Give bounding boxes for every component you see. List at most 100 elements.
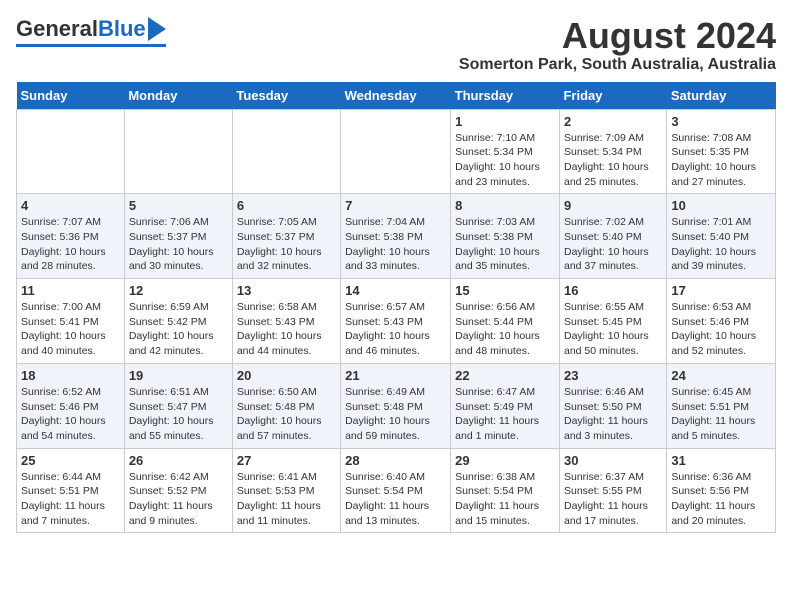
- day-info: Sunrise: 6:38 AM Sunset: 5:54 PM Dayligh…: [455, 470, 555, 529]
- day-number: 12: [129, 283, 228, 298]
- day-number: 19: [129, 368, 228, 383]
- calendar-cell: [232, 109, 340, 194]
- day-info: Sunrise: 7:05 AM Sunset: 5:37 PM Dayligh…: [237, 215, 336, 274]
- calendar-cell: 25 Sunrise: 6:44 AM Sunset: 5:51 PM Dayli…: [17, 448, 125, 533]
- calendar-cell: 2 Sunrise: 7:09 AM Sunset: 5:34 PM Daylig…: [559, 109, 666, 194]
- day-number: 10: [671, 198, 771, 213]
- day-info: Sunrise: 6:37 AM Sunset: 5:55 PM Dayligh…: [564, 470, 662, 529]
- day-number: 21: [345, 368, 446, 383]
- day-number: 17: [671, 283, 771, 298]
- week-row-2: 4 Sunrise: 7:07 AM Sunset: 5:36 PM Daylig…: [17, 194, 776, 279]
- calendar-cell: 21Sunrise: 6:49 AM Sunset: 5:48 PM Dayli…: [341, 363, 451, 448]
- day-info: Sunrise: 6:52 AM Sunset: 5:46 PM Dayligh…: [21, 385, 120, 444]
- day-info: Sunrise: 6:53 AM Sunset: 5:46 PM Dayligh…: [671, 300, 771, 359]
- day-number: 6: [237, 198, 336, 213]
- logo-arrow-icon: [148, 17, 166, 41]
- calendar-cell: 24 Sunrise: 6:45 AM Sunset: 5:51 PM Dayli…: [667, 363, 776, 448]
- calendar-cell: 10 Sunrise: 7:01 AM Sunset: 5:40 PM Dayli…: [667, 194, 776, 279]
- day-number: 28: [345, 453, 446, 468]
- calendar-cell: 5Sunrise: 7:06 AM Sunset: 5:37 PM Daylig…: [124, 194, 232, 279]
- day-info: Sunrise: 6:55 AM Sunset: 5:45 PM Dayligh…: [564, 300, 662, 359]
- calendar-cell: 11Sunrise: 7:00 AM Sunset: 5:41 PM Dayli…: [17, 279, 125, 364]
- day-info: Sunrise: 7:08 AM Sunset: 5:35 PM Dayligh…: [671, 131, 771, 190]
- calendar-cell: 27Sunrise: 6:41 AM Sunset: 5:53 PM Dayli…: [232, 448, 340, 533]
- calendar-cell: 31 Sunrise: 6:36 AM Sunset: 5:56 PM Dayli…: [667, 448, 776, 533]
- day-number: 18: [21, 368, 120, 383]
- day-number: 13: [237, 283, 336, 298]
- header-row: SundayMondayTuesdayWednesdayThursdayFrid…: [17, 82, 776, 110]
- calendar-cell: 30 Sunrise: 6:37 AM Sunset: 5:55 PM Dayli…: [559, 448, 666, 533]
- day-info: Sunrise: 6:56 AM Sunset: 5:44 PM Dayligh…: [455, 300, 555, 359]
- calendar-cell: 15 Sunrise: 6:56 AM Sunset: 5:44 PM Dayli…: [451, 279, 560, 364]
- day-number: 8: [455, 198, 555, 213]
- day-number: 1: [455, 114, 555, 129]
- week-row-5: 25 Sunrise: 6:44 AM Sunset: 5:51 PM Dayli…: [17, 448, 776, 533]
- day-number: 24: [671, 368, 771, 383]
- week-row-3: 11Sunrise: 7:00 AM Sunset: 5:41 PM Dayli…: [17, 279, 776, 364]
- day-number: 2: [564, 114, 662, 129]
- day-info: Sunrise: 6:50 AM Sunset: 5:48 PM Dayligh…: [237, 385, 336, 444]
- calendar-cell: 22 Sunrise: 6:47 AM Sunset: 5:49 PM Dayli…: [451, 363, 560, 448]
- day-number: 16: [564, 283, 662, 298]
- day-info: Sunrise: 7:03 AM Sunset: 5:38 PM Dayligh…: [455, 215, 555, 274]
- calendar-table: SundayMondayTuesdayWednesdayThursdayFrid…: [16, 82, 776, 534]
- calendar-cell: 14Sunrise: 6:57 AM Sunset: 5:43 PM Dayli…: [341, 279, 451, 364]
- day-info: Sunrise: 6:36 AM Sunset: 5:56 PM Dayligh…: [671, 470, 771, 529]
- col-header-saturday: Saturday: [667, 82, 776, 110]
- day-number: 11: [21, 283, 120, 298]
- day-info: Sunrise: 7:04 AM Sunset: 5:38 PM Dayligh…: [345, 215, 446, 274]
- calendar-cell: 1 Sunrise: 7:10 AM Sunset: 5:34 PM Daylig…: [451, 109, 560, 194]
- day-number: 22: [455, 368, 555, 383]
- day-info: Sunrise: 6:45 AM Sunset: 5:51 PM Dayligh…: [671, 385, 771, 444]
- day-info: Sunrise: 6:51 AM Sunset: 5:47 PM Dayligh…: [129, 385, 228, 444]
- col-header-sunday: Sunday: [17, 82, 125, 110]
- month-year: August 2024: [459, 16, 776, 56]
- day-info: Sunrise: 7:09 AM Sunset: 5:34 PM Dayligh…: [564, 131, 662, 190]
- col-header-thursday: Thursday: [451, 82, 560, 110]
- day-info: Sunrise: 6:58 AM Sunset: 5:43 PM Dayligh…: [237, 300, 336, 359]
- day-info: Sunrise: 6:42 AM Sunset: 5:52 PM Dayligh…: [129, 470, 228, 529]
- day-number: 7: [345, 198, 446, 213]
- calendar-cell: 7 Sunrise: 7:04 AM Sunset: 5:38 PM Daylig…: [341, 194, 451, 279]
- calendar-cell: 13 Sunrise: 6:58 AM Sunset: 5:43 PM Dayli…: [232, 279, 340, 364]
- day-number: 29: [455, 453, 555, 468]
- calendar-cell: 16 Sunrise: 6:55 AM Sunset: 5:45 PM Dayli…: [559, 279, 666, 364]
- day-number: 14: [345, 283, 446, 298]
- day-info: Sunrise: 7:10 AM Sunset: 5:34 PM Dayligh…: [455, 131, 555, 190]
- calendar-cell: [124, 109, 232, 194]
- calendar-cell: [17, 109, 125, 194]
- day-number: 4: [21, 198, 120, 213]
- calendar-cell: 19 Sunrise: 6:51 AM Sunset: 5:47 PM Dayli…: [124, 363, 232, 448]
- calendar-cell: 4 Sunrise: 7:07 AM Sunset: 5:36 PM Daylig…: [17, 194, 125, 279]
- day-number: 20: [237, 368, 336, 383]
- calendar-cell: 23Sunrise: 6:46 AM Sunset: 5:50 PM Dayli…: [559, 363, 666, 448]
- day-info: Sunrise: 7:02 AM Sunset: 5:40 PM Dayligh…: [564, 215, 662, 274]
- day-number: 31: [671, 453, 771, 468]
- day-number: 25: [21, 453, 120, 468]
- day-number: 30: [564, 453, 662, 468]
- day-info: Sunrise: 7:07 AM Sunset: 5:36 PM Dayligh…: [21, 215, 120, 274]
- day-number: 15: [455, 283, 555, 298]
- location: Somerton Park, South Australia, Australi…: [459, 56, 776, 74]
- day-info: Sunrise: 7:06 AM Sunset: 5:37 PM Dayligh…: [129, 215, 228, 274]
- calendar-cell: 17 Sunrise: 6:53 AM Sunset: 5:46 PM Dayli…: [667, 279, 776, 364]
- calendar-cell: [341, 109, 451, 194]
- day-number: 9: [564, 198, 662, 213]
- col-header-tuesday: Tuesday: [232, 82, 340, 110]
- calendar-cell: 18 Sunrise: 6:52 AM Sunset: 5:46 PM Dayli…: [17, 363, 125, 448]
- day-number: 26: [129, 453, 228, 468]
- calendar-cell: 3 Sunrise: 7:08 AM Sunset: 5:35 PM Daylig…: [667, 109, 776, 194]
- calendar-cell: 20 Sunrise: 6:50 AM Sunset: 5:48 PM Dayli…: [232, 363, 340, 448]
- day-info: Sunrise: 6:59 AM Sunset: 5:42 PM Dayligh…: [129, 300, 228, 359]
- day-info: Sunrise: 6:46 AM Sunset: 5:50 PM Dayligh…: [564, 385, 662, 444]
- logo-underline: [16, 44, 166, 47]
- week-row-1: 1 Sunrise: 7:10 AM Sunset: 5:34 PM Daylig…: [17, 109, 776, 194]
- day-info: Sunrise: 6:44 AM Sunset: 5:51 PM Dayligh…: [21, 470, 120, 529]
- logo: GeneralBlue: [16, 16, 166, 47]
- day-info: Sunrise: 6:47 AM Sunset: 5:49 PM Dayligh…: [455, 385, 555, 444]
- day-info: Sunrise: 6:41 AM Sunset: 5:53 PM Dayligh…: [237, 470, 336, 529]
- day-info: Sunrise: 7:01 AM Sunset: 5:40 PM Dayligh…: [671, 215, 771, 274]
- day-number: 3: [671, 114, 771, 129]
- logo-general: General: [16, 16, 98, 42]
- calendar-cell: 9 Sunrise: 7:02 AM Sunset: 5:40 PM Daylig…: [559, 194, 666, 279]
